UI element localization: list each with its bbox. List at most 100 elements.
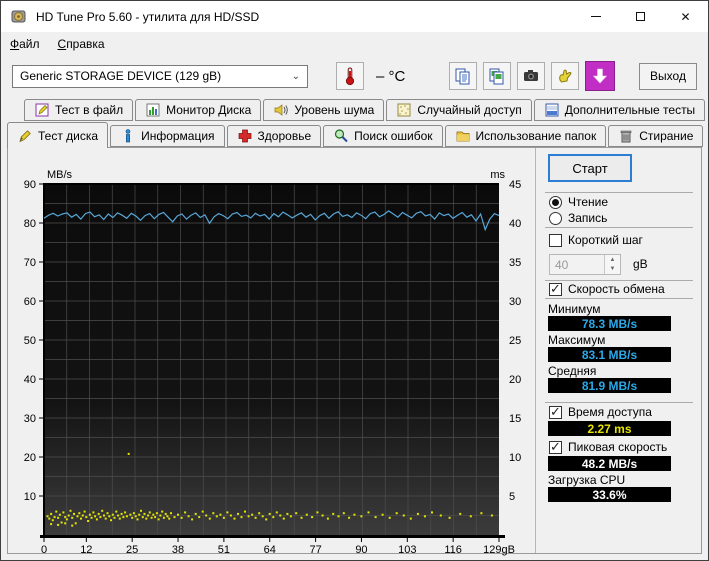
grid-chart-icon <box>545 103 559 117</box>
short-stride-option[interactable]: Короткий шаг <box>549 233 643 247</box>
window-title: HD Tune Pro 5.60 - утилита для HD/SSD <box>36 9 260 24</box>
title-bar: HD Tune Pro 5.60 - утилита для HD/SSD ✕ <box>1 1 708 32</box>
stride-unit-label: gB <box>633 257 648 271</box>
stepper-up-icon[interactable]: ▲ <box>605 255 620 265</box>
avg-label: Средняя <box>548 364 597 378</box>
pen-icon <box>19 129 31 142</box>
tab-row-primary: Тест диска Информация Здоровье Поиск оши… <box>1 121 708 148</box>
svg-text:10: 10 <box>24 491 36 503</box>
save-results-button[interactable] <box>585 61 615 91</box>
app-window: HD Tune Pro 5.60 - утилита для HD/SSD ✕ … <box>0 0 709 561</box>
maximize-button[interactable] <box>618 1 663 32</box>
svg-text:10: 10 <box>509 452 521 464</box>
thermometer-icon <box>345 67 355 86</box>
svg-text:90: 90 <box>24 179 36 191</box>
stepper-arrows[interactable]: ▲ ▼ <box>604 255 620 274</box>
tab-folder-usage[interactable]: Использование папок <box>444 125 607 147</box>
health-cross-icon <box>238 129 251 143</box>
svg-text:50: 50 <box>24 335 36 347</box>
svg-text:25: 25 <box>126 544 138 556</box>
svg-text:25: 25 <box>509 335 521 347</box>
access-time-checkbox[interactable] <box>549 404 562 420</box>
speaker-icon <box>274 104 289 116</box>
write-radio[interactable] <box>549 211 562 225</box>
toolbar-actions: Выход <box>449 61 697 91</box>
svg-text:116: 116 <box>444 544 462 556</box>
tab-erase[interactable]: Стирание <box>608 125 704 147</box>
temperature-button[interactable] <box>336 62 364 90</box>
tab-disk-benchmark[interactable]: Тест диска <box>7 122 109 148</box>
svg-text:30: 30 <box>24 413 36 425</box>
svg-text:20: 20 <box>509 374 521 386</box>
start-button[interactable]: Старт <box>548 154 632 182</box>
svg-text:45: 45 <box>509 179 521 191</box>
burst-rate-option[interactable]: Пиковая скорость <box>549 439 667 455</box>
svg-text:35: 35 <box>509 257 521 269</box>
tab-random-access[interactable]: Случайный доступ <box>386 99 532 121</box>
svg-text:ms: ms <box>490 169 505 181</box>
bar-chart-icon <box>146 103 160 117</box>
svg-text:60: 60 <box>24 296 36 308</box>
arrow-down-icon <box>592 68 608 84</box>
benchmark-panel: 90 80 70 60 50 40 30 20 10 45 40 35 30 25 20 15 10 5 0 12 25… <box>7 147 702 556</box>
menu-help[interactable]: Справка <box>49 34 114 54</box>
controls-panel: Старт Чтение Запись Короткий шаг 40 ▲ ▼ g… <box>535 148 701 553</box>
svg-text:0: 0 <box>41 544 47 556</box>
tab-error-scan[interactable]: Поиск ошибок <box>323 125 443 147</box>
close-button[interactable]: ✕ <box>663 1 708 32</box>
info-icon <box>125 129 131 143</box>
temperature-value: – <box>376 67 385 85</box>
tab-health[interactable]: Здоровье <box>226 125 322 147</box>
copy-image-icon <box>489 68 504 85</box>
tab-noise-level[interactable]: Уровень шума <box>263 99 385 121</box>
svg-text:80: 80 <box>24 218 36 230</box>
separator <box>545 227 693 228</box>
toolbar: Generic STORAGE DEVICE (129 gB) ⌄ – °C В… <box>1 55 708 97</box>
copy-image-button[interactable] <box>483 62 511 90</box>
stepper-down-icon[interactable]: ▼ <box>605 264 620 274</box>
benchmark-chart: 90 80 70 60 50 40 30 20 10 45 40 35 30 25 20 15 10 5 0 12 25… <box>8 148 535 556</box>
tab-extra-tests[interactable]: Дополнительные тесты <box>533 99 706 121</box>
svg-text:64: 64 <box>264 544 276 556</box>
device-select[interactable]: Generic STORAGE DEVICE (129 gB) ⌄ <box>12 64 308 88</box>
burst-rate-checkbox[interactable] <box>549 439 562 455</box>
svg-text:5: 5 <box>509 491 515 503</box>
minimize-button[interactable] <box>573 1 618 32</box>
transfer-rate-checkbox[interactable] <box>549 281 562 297</box>
svg-text:90: 90 <box>355 544 367 556</box>
tab-row-secondary: Тест в файл Монитор Диска Уровень шума С… <box>1 97 708 121</box>
hand-icon <box>559 69 572 83</box>
max-value: 83.1 MB/s <box>548 347 671 362</box>
tab-file-benchmark[interactable]: Тест в файл <box>24 99 134 121</box>
tab-disk-monitor[interactable]: Монитор Диска <box>135 99 262 121</box>
svg-text:30: 30 <box>509 296 521 308</box>
separator <box>545 280 693 281</box>
svg-text:40: 40 <box>509 218 521 230</box>
chevron-down-icon: ⌄ <box>291 70 300 82</box>
maximize-icon <box>636 12 645 21</box>
screenshot-button[interactable] <box>517 62 545 90</box>
access-time-option[interactable]: Время доступа <box>549 404 652 420</box>
read-radio[interactable] <box>549 195 562 209</box>
cpu-usage-label: Загрузка CPU <box>548 473 626 487</box>
access-time-value: 2.27 ms <box>548 421 671 436</box>
svg-text:38: 38 <box>172 544 184 556</box>
mode-write-option[interactable]: Запись <box>549 211 607 225</box>
mode-read-option[interactable]: Чтение <box>549 195 608 209</box>
copy-text-icon <box>455 68 470 85</box>
trash-icon <box>620 130 632 143</box>
device-select-value: Generic STORAGE DEVICE (129 gB) <box>20 69 222 83</box>
tab-info[interactable]: Информация <box>110 125 225 147</box>
separator <box>545 402 693 403</box>
max-label: Максимум <box>548 333 606 347</box>
short-stride-checkbox[interactable] <box>549 233 562 247</box>
transfer-rate-option[interactable]: Скорость обмена <box>549 281 665 297</box>
exit-button[interactable]: Выход <box>639 62 697 90</box>
menu-file[interactable]: Файл <box>1 34 49 54</box>
svg-text:20: 20 <box>24 452 36 464</box>
folder-icon <box>456 131 469 142</box>
copy-text-button[interactable] <box>449 62 477 90</box>
stride-size-stepper[interactable]: 40 ▲ ▼ <box>549 254 621 275</box>
app-disk-icon <box>11 10 26 23</box>
hand-tool-button[interactable] <box>551 62 579 90</box>
